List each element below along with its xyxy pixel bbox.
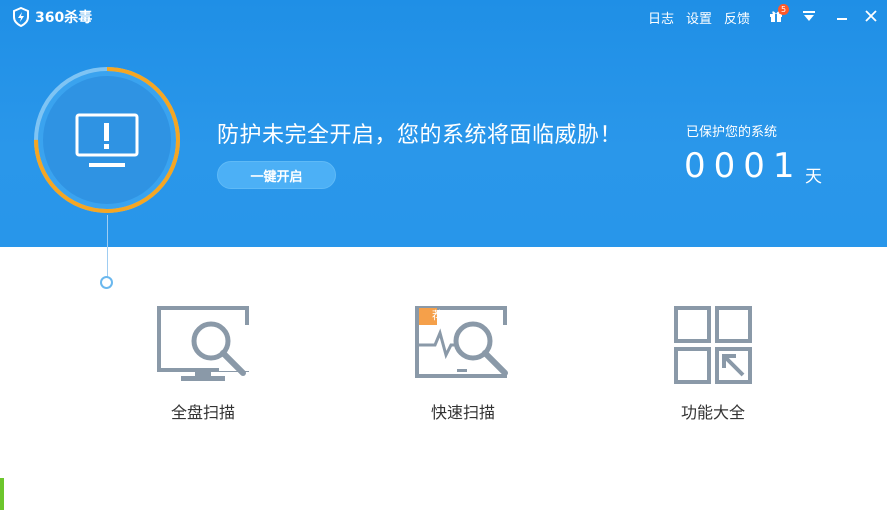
minimize-button[interactable] xyxy=(832,6,852,26)
close-icon xyxy=(865,10,877,22)
titlebar: 360杀毒 日志 设置 反馈 5 xyxy=(0,0,887,34)
full-scan-icon xyxy=(157,306,249,381)
protected-days-label: 已保护您的系统 xyxy=(686,125,778,140)
settings-link[interactable]: 设置 xyxy=(686,8,712,27)
recommend-badge: 荐 xyxy=(432,309,443,322)
app-title: 360杀毒 xyxy=(12,7,92,27)
feature-grid-button[interactable]: 功能大全 xyxy=(653,305,773,423)
app-title-text: 360杀毒 xyxy=(35,10,93,26)
gift-button[interactable]: 5 xyxy=(766,4,789,26)
feature-grid-label: 功能大全 xyxy=(680,403,745,422)
timeline-dot xyxy=(100,276,113,289)
protection-status-title: 防护未完全开启，您的系统将面临威胁！ xyxy=(217,123,623,148)
quick-scan-icon xyxy=(415,306,509,378)
full-scan-button[interactable]: 全盘扫描 xyxy=(143,305,263,423)
gift-badge: 5 xyxy=(778,4,789,15)
shield-bolt-icon xyxy=(13,7,29,27)
feedback-link[interactable]: 反馈 xyxy=(724,8,750,27)
minimize-icon xyxy=(837,18,847,20)
full-scan-label: 全盘扫描 xyxy=(170,403,235,422)
menu-button[interactable] xyxy=(799,6,819,26)
dropdown-menu-icon xyxy=(803,11,815,21)
quick-scan-label: 快速扫描 xyxy=(430,403,495,422)
protected-days-value: 0001 xyxy=(684,146,803,186)
side-green-tab[interactable] xyxy=(0,478,4,510)
protected-days-unit: 天 xyxy=(805,167,822,187)
quick-scan-button[interactable]: 荐 快速扫描 xyxy=(403,305,523,423)
feature-grid-icon xyxy=(674,306,752,384)
close-button[interactable] xyxy=(861,6,881,26)
enable-protection-button[interactable]: 一键开启 xyxy=(217,161,336,189)
header-banner: 360杀毒 日志 设置 反馈 5 防护未完全开启，您的系统将面临威胁！ 一键开启… xyxy=(0,0,887,247)
log-link[interactable]: 日志 xyxy=(648,8,674,27)
timeline-line xyxy=(107,215,108,277)
warning-monitor-icon xyxy=(75,113,139,167)
